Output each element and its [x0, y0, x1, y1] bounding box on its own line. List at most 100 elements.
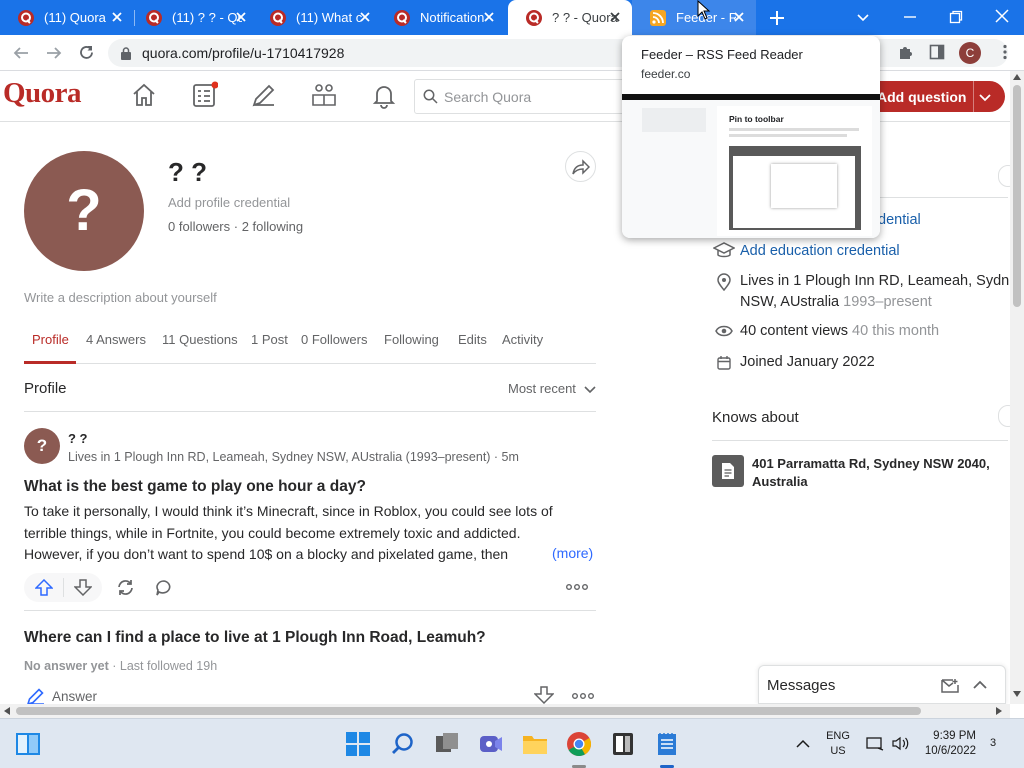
tab-questions[interactable]: 11 Questions	[162, 332, 238, 347]
close-window-icon[interactable]	[994, 8, 1010, 24]
chrome-icon[interactable]	[566, 731, 592, 757]
scroll-left-arrow-icon[interactable]	[4, 707, 10, 715]
windows-start-icon[interactable]	[345, 731, 371, 757]
scroll-right-arrow-icon[interactable]	[996, 707, 1002, 715]
preview-sidebar	[642, 108, 706, 132]
spaces-icon[interactable]	[310, 81, 338, 109]
chevron-down-icon[interactable]	[978, 90, 992, 104]
volume-icon[interactable]	[891, 736, 909, 751]
lives-in-location: NSW, AUstralia	[740, 294, 840, 310]
minimize-icon[interactable]	[902, 9, 918, 25]
credential-link-tail[interactable]: dential	[878, 212, 921, 228]
add-question-button[interactable]: Add question	[860, 81, 1005, 112]
bell-icon[interactable]	[370, 81, 398, 109]
browser-tab-quora-3[interactable]: (11) What c	[252, 0, 382, 35]
forward-arrow-icon[interactable]	[45, 44, 63, 62]
sort-dropdown[interactable]: Most recent	[508, 381, 596, 396]
question-title[interactable]: Where can I find a place to live at 1 Pl…	[24, 629, 486, 647]
close-icon[interactable]	[732, 10, 746, 24]
browser-tab-quora-2[interactable]: (11) ? ? - Qu	[128, 0, 258, 35]
close-icon[interactable]	[110, 10, 124, 24]
close-icon[interactable]	[482, 10, 496, 24]
tab-activity[interactable]: Activity	[502, 332, 543, 347]
more-options-icon[interactable]	[566, 582, 588, 592]
answer-pencil-icon[interactable]	[250, 81, 278, 109]
question-title[interactable]: What is the best game to play one hour a…	[24, 478, 366, 496]
quora-logo[interactable]: Quora	[3, 77, 82, 110]
share-cycle-icon[interactable]	[116, 578, 135, 597]
home-icon[interactable]	[130, 81, 158, 109]
teams-chat-icon[interactable]	[478, 731, 504, 757]
compose-message-icon[interactable]	[941, 678, 959, 693]
puzzle-icon[interactable]	[897, 43, 915, 61]
file-explorer-icon[interactable]	[522, 731, 548, 757]
share-button[interactable]	[565, 151, 596, 182]
messages-panel[interactable]: Messages	[758, 665, 1006, 704]
chevron-down-icon	[584, 386, 596, 394]
upvote-icon[interactable]	[35, 579, 53, 596]
tab-following[interactable]: Following	[384, 332, 439, 347]
tab-edits[interactable]: Edits	[458, 332, 487, 347]
add-profile-credential-link[interactable]: Add profile credential	[168, 195, 290, 210]
chevron-up-icon[interactable]	[796, 739, 810, 749]
answer-button[interactable]: Answer	[52, 689, 97, 704]
description-prompt[interactable]: Write a description about yourself	[24, 290, 217, 305]
follow-stats[interactable]: 0 followers · 2 following	[168, 219, 303, 234]
quora-icon	[270, 9, 286, 26]
task-view-left-icon[interactable]	[15, 732, 41, 756]
author-name[interactable]: ? ?	[68, 431, 88, 446]
notepad-icon[interactable]	[654, 731, 680, 757]
following-icon[interactable]	[190, 81, 218, 109]
scroll-up-arrow-icon[interactable]	[1013, 74, 1021, 80]
kebab-menu-icon[interactable]	[996, 43, 1014, 61]
tab-label: Notification	[420, 10, 485, 25]
downvote-icon[interactable]	[74, 579, 92, 596]
vertical-scrollbar[interactable]	[1010, 71, 1024, 704]
tab-label: (11) Quora	[44, 10, 106, 25]
scroll-thumb[interactable]	[16, 707, 921, 715]
profile-avatar[interactable]: C	[959, 42, 981, 64]
task-view-icon[interactable]	[434, 731, 460, 757]
system-clock[interactable]: 9:39 PM 10/6/2022	[916, 729, 976, 759]
network-icon[interactable]	[866, 736, 884, 751]
browser-tab-quora-1[interactable]: (11) Quora	[0, 0, 134, 35]
search-input[interactable]: Search Quora	[414, 79, 644, 114]
chevron-down-icon[interactable]	[855, 9, 871, 25]
scroll-down-arrow-icon[interactable]	[1013, 691, 1021, 697]
more-options-icon[interactable]	[572, 691, 594, 701]
horizontal-scrollbar[interactable]	[0, 704, 1010, 718]
add-education-link[interactable]: Add education credential	[740, 243, 900, 259]
search-icon[interactable]	[390, 731, 416, 757]
answer-pencil-icon[interactable]	[26, 686, 46, 706]
tab-posts[interactable]: 1 Post	[251, 332, 288, 347]
reload-icon[interactable]	[77, 43, 96, 62]
tab-label: (11) What c	[296, 10, 363, 25]
downvote-icon[interactable]	[534, 686, 554, 704]
profile-avatar-large[interactable]: ?	[24, 151, 144, 271]
side-panel-icon[interactable]	[929, 44, 945, 60]
tab-followers[interactable]: 0 Followers	[301, 332, 367, 347]
tab-profile[interactable]: Profile	[32, 332, 69, 347]
browser-tab-active[interactable]: ? ? - Quora	[508, 0, 632, 35]
notification-count[interactable]: 3	[990, 737, 996, 749]
scroll-thumb[interactable]	[1013, 85, 1021, 307]
close-icon[interactable]	[608, 10, 622, 24]
close-icon[interactable]	[234, 10, 248, 24]
back-arrow-icon[interactable]	[12, 44, 30, 62]
new-tab-icon[interactable]	[768, 9, 786, 27]
author-avatar[interactable]: ?	[24, 428, 60, 464]
reader-app-icon[interactable]	[610, 731, 636, 757]
location-pin-icon	[717, 273, 731, 291]
restore-icon[interactable]	[948, 9, 964, 25]
topic-item[interactable]: 401 Parramatta Rd, Sydney NSW 2040, Aust…	[752, 455, 1002, 491]
browser-tab-feeder[interactable]: Feeder - RS	[632, 0, 756, 35]
lock-icon	[121, 47, 131, 60]
browser-tab-notifications[interactable]: Notification	[376, 0, 506, 35]
chevron-up-icon[interactable]	[972, 678, 988, 692]
close-icon[interactable]	[358, 10, 372, 24]
comment-icon[interactable]	[155, 579, 173, 596]
preview-text-line	[729, 128, 859, 131]
more-link[interactable]: (more)	[552, 545, 593, 561]
language-indicator[interactable]: ENG US	[824, 729, 852, 759]
tab-answers[interactable]: 4 Answers	[86, 332, 146, 347]
